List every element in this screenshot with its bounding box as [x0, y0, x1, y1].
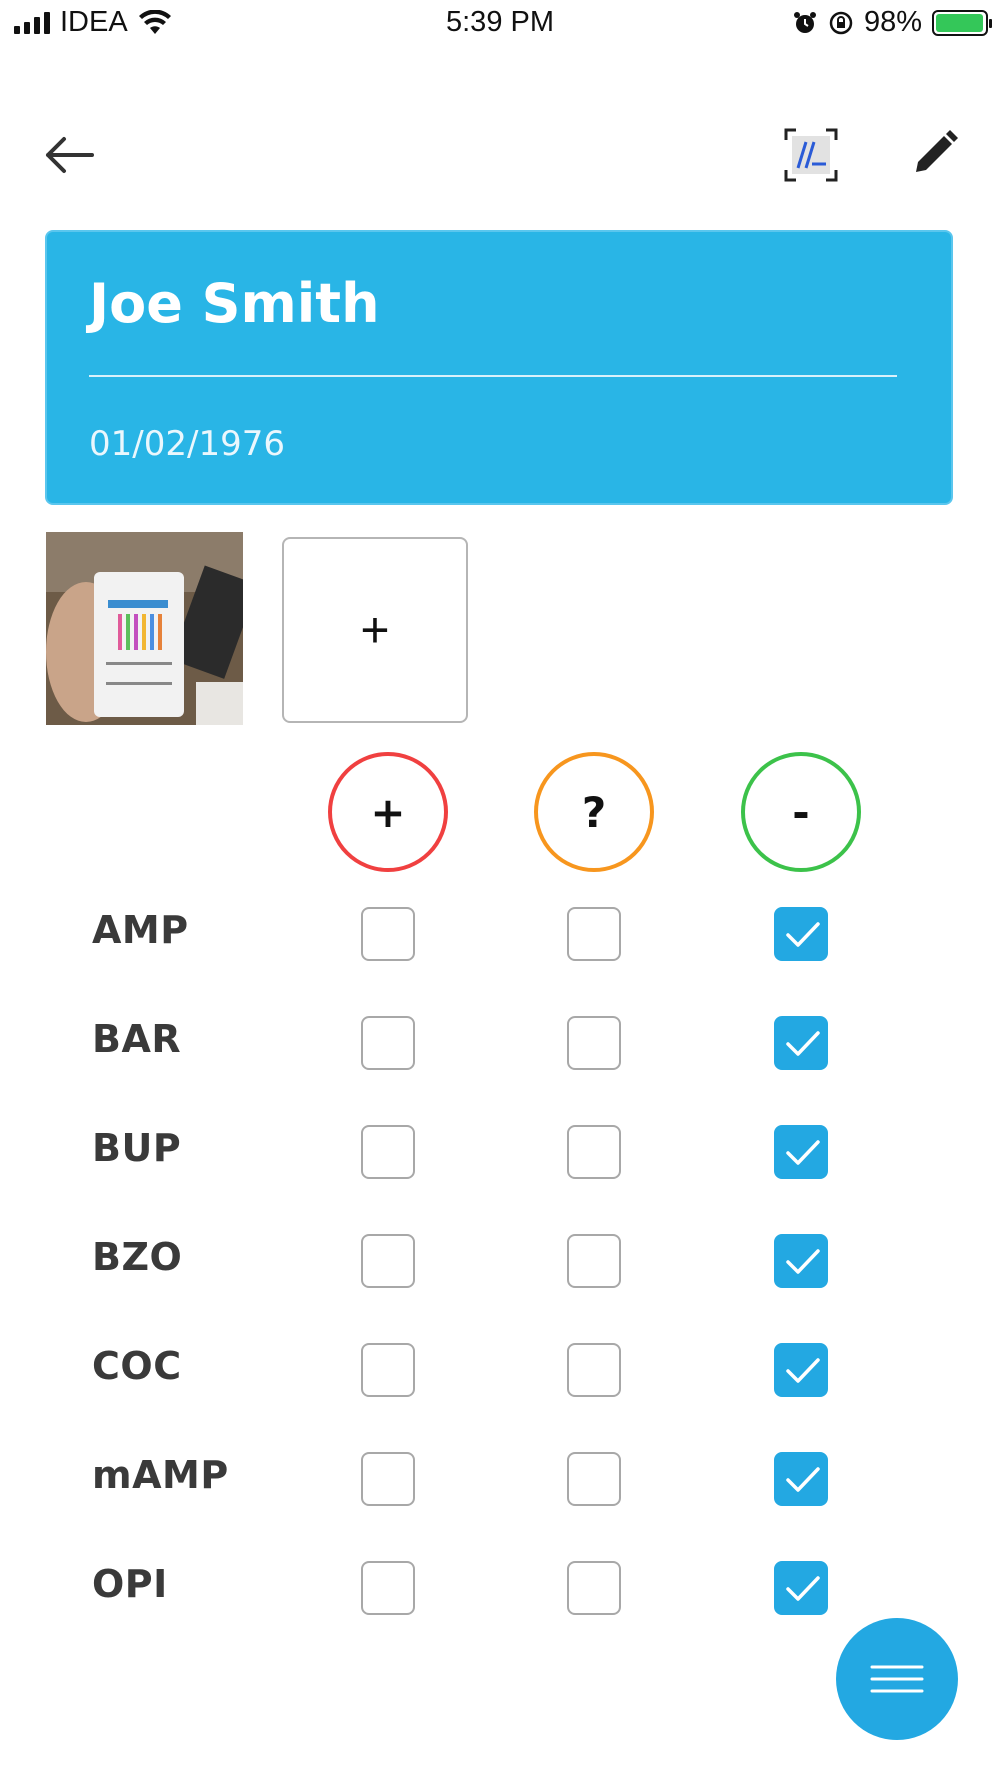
test-label: COC — [92, 1344, 182, 1388]
checkmark-icon — [786, 1467, 820, 1492]
negative-checkbox[interactable] — [774, 1125, 828, 1179]
test-label: OPI — [92, 1562, 168, 1606]
negative-checkbox[interactable] — [774, 907, 828, 961]
negative-checkbox[interactable] — [774, 1452, 828, 1506]
arrow-left-icon — [46, 137, 94, 173]
inconclusive-checkbox[interactable] — [567, 1234, 621, 1288]
positive-checkbox[interactable] — [361, 907, 415, 961]
positive-checkbox[interactable] — [361, 1561, 415, 1615]
positive-checkbox[interactable] — [361, 1016, 415, 1070]
test-label: AMP — [92, 908, 189, 952]
positive-checkbox[interactable] — [361, 1125, 415, 1179]
test-row: BAR — [0, 989, 1000, 1098]
test-label: BAR — [92, 1017, 182, 1061]
test-label: BUP — [92, 1126, 182, 1170]
test-row: AMP — [0, 880, 1000, 989]
add-photo-button[interactable]: + — [282, 537, 468, 723]
negative-symbol: - — [792, 787, 810, 837]
positive-checkbox[interactable] — [361, 1343, 415, 1397]
negative-checkbox[interactable] — [774, 1016, 828, 1070]
test-row: OPI — [0, 1534, 1000, 1620]
positive-checkbox[interactable] — [361, 1234, 415, 1288]
checkmark-icon — [786, 1249, 820, 1274]
pencil-icon — [916, 130, 958, 172]
back-button[interactable] — [40, 130, 100, 180]
menu-lines-icon — [870, 1665, 924, 1693]
positive-checkbox[interactable] — [361, 1452, 415, 1506]
inconclusive-checkbox[interactable] — [567, 1343, 621, 1397]
edit-button[interactable] — [910, 128, 960, 178]
test-row: BZO — [0, 1207, 1000, 1316]
test-photo-thumbnail[interactable] — [46, 532, 243, 725]
patient-dob: 01/02/1976 — [89, 424, 285, 464]
test-row: BUP — [0, 1098, 1000, 1207]
inconclusive-checkbox[interactable] — [567, 1561, 621, 1615]
add-photo-label: + — [360, 602, 390, 658]
positive-symbol: + — [370, 787, 406, 837]
patient-card: Joe Smith 01/02/1976 — [45, 230, 953, 505]
signature-scan-button[interactable] — [784, 128, 838, 182]
menu-fab-button[interactable] — [836, 1618, 958, 1740]
battery-charging-icon — [932, 9, 992, 36]
inconclusive-checkbox[interactable] — [567, 1125, 621, 1179]
positive-column-header: + — [328, 752, 448, 872]
test-row: COC — [0, 1316, 1000, 1425]
status-right: 98% — [792, 6, 992, 39]
test-label: BZO — [92, 1235, 183, 1279]
test-results-list[interactable]: AMP BAR BUP BZO COC mAMP OPI — [0, 880, 1000, 1620]
inconclusive-column-header: ? — [534, 752, 654, 872]
checkmark-icon — [786, 1140, 820, 1165]
test-label: mAMP — [92, 1453, 229, 1497]
top-toolbar — [0, 110, 1000, 200]
negative-column-header: - — [741, 752, 861, 872]
patient-name: Joe Smith — [89, 272, 380, 335]
inconclusive-checkbox[interactable] — [567, 907, 621, 961]
test-kit-photo — [46, 532, 243, 725]
rotation-lock-icon — [829, 11, 853, 34]
card-divider — [89, 375, 897, 377]
negative-checkbox[interactable] — [774, 1561, 828, 1615]
inconclusive-symbol: ? — [581, 787, 607, 837]
checkmark-icon — [786, 1031, 820, 1056]
checkmark-icon — [786, 922, 820, 947]
checkmark-icon — [786, 1358, 820, 1383]
battery-percent: 98% — [863, 6, 922, 38]
alarm-icon — [793, 11, 816, 33]
checkmark-icon — [786, 1576, 820, 1601]
negative-checkbox[interactable] — [774, 1234, 828, 1288]
status-bar: IDEA 5:39 PM 98% — [0, 0, 1000, 50]
test-row: mAMP — [0, 1425, 1000, 1534]
inconclusive-checkbox[interactable] — [567, 1016, 621, 1070]
negative-checkbox[interactable] — [774, 1343, 828, 1397]
inconclusive-checkbox[interactable] — [567, 1452, 621, 1506]
signature-scan-icon — [784, 128, 838, 182]
